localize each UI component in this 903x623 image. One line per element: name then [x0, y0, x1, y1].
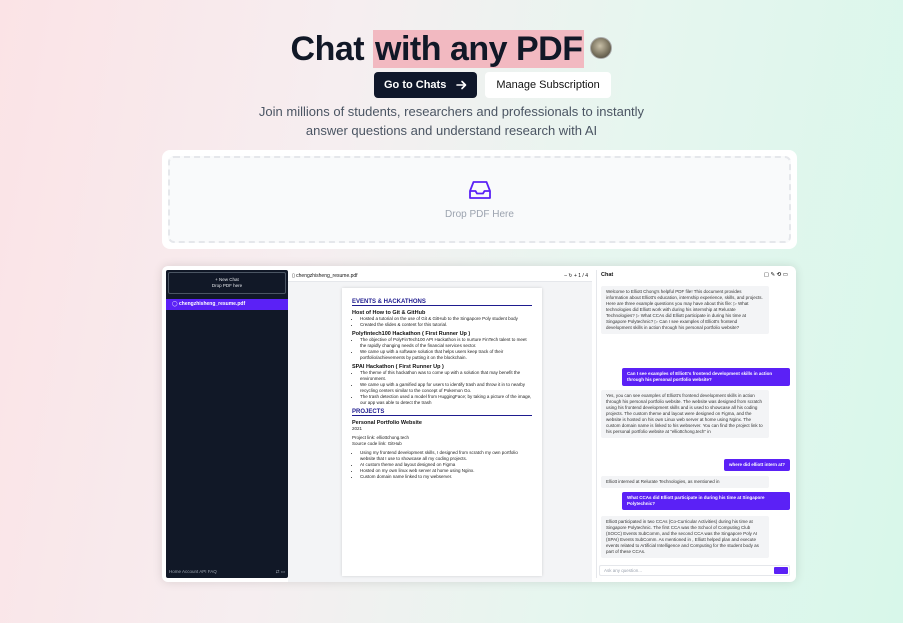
hero-title-highlight: with any PDF [373, 30, 585, 68]
pf-bullet-2: We came up with a software solution that… [360, 349, 532, 361]
pdf-toolbar: ▯ chengzhisheng_resume.pdf – ↻ + 1 / 4 [288, 270, 592, 282]
user-message-2: where did elliott intern at? [723, 459, 790, 471]
new-chat-sub: Drop PDF here [211, 283, 243, 288]
spai-bullet-1: The theme of this hackathon was to come … [360, 370, 532, 382]
dropzone-label: Drop PDF Here [445, 209, 514, 220]
hero-title-start: Chat [290, 30, 374, 68]
chat-input[interactable]: Ask any question... [599, 565, 790, 576]
user-message-3: What CCAs did Elliott participate in dur… [622, 492, 790, 510]
sidebar-footer-links[interactable]: Home Account API FAQ [169, 569, 217, 575]
spai-bullet-2: We came up with a gamified app for users… [360, 382, 532, 394]
zoom-controls[interactable]: – ↻ + [564, 273, 578, 279]
ai-message-2: Yes, you can see examples of Elliott's f… [601, 390, 769, 438]
sidebar-chat-item[interactable]: ◯ chengzhisheng_resume.pdf [166, 299, 288, 310]
ai-message-4: Elliott participated in two CCAs (Co-Cur… [601, 516, 769, 558]
pdf-viewer: ▯ chengzhisheng_resume.pdf – ↻ + 1 / 4 E… [288, 270, 592, 582]
chat-header: Chat ▢ ✎ ⟲ ▭ [597, 270, 792, 281]
hero-actions: Go to Chats Manage Subscription [374, 72, 611, 98]
ai-message-1: Welcome to Elliott Chong's helpful PDF f… [601, 286, 769, 334]
pdf-filename: chengzhisheng_resume.pdf [296, 272, 358, 279]
message-circle-icon: ◯ [172, 301, 179, 307]
git-bullet-2: Created the slides & content for this tu… [360, 322, 532, 328]
inbox-icon [468, 181, 491, 199]
ai-message-3: Elliott interned at Relurate Technologie… [601, 476, 769, 488]
hero-subtitle-line1: Join millions of students, researchers a… [258, 104, 645, 119]
chat-title: Chat [601, 272, 614, 278]
chat-sidebar: + New Chat Drop PDF here ◯ chengzhisheng… [166, 270, 288, 578]
hero-title: Chat with any PDF [0, 30, 903, 69]
app-preview: + New Chat Drop PDF here ◯ chengzhisheng… [162, 266, 796, 582]
page-indicator[interactable]: 1 / 4 [578, 273, 588, 279]
section-projects: PROJECTS [352, 409, 532, 416]
pdf-dropzone[interactable]: Drop PDF Here [168, 156, 791, 243]
proj-bullet-4: Custom domain name linked to my webserve… [360, 474, 532, 480]
manage-subscription-button[interactable]: Manage Subscription [485, 72, 611, 98]
sidebar-footer: Home Account API FAQ ⇄ ▭ [169, 569, 285, 575]
proj-bullet-1: Using my frontend development skills, I … [360, 450, 532, 462]
hero-subtitle: Join millions of students, researchers a… [0, 102, 903, 140]
sidebar-chat-label: chengzhisheng_resume.pdf [179, 301, 246, 307]
send-button[interactable] [774, 567, 788, 574]
new-chat-button[interactable]: + New Chat Drop PDF here [168, 272, 286, 294]
chat-input-placeholder: Ask any question... [604, 568, 643, 573]
arrow-right-icon [456, 80, 467, 90]
footer-icons: ⇄ ▭ [275, 569, 285, 574]
section-events: EVENTS & HACKATHONS [352, 299, 532, 306]
chat-panel: Chat ▢ ✎ ⟲ ▭ Welcome to Elliott Chong's … [596, 270, 792, 578]
proj-year: 2021 [352, 426, 363, 431]
hero-subtitle-line2: answer questions and understand research… [305, 123, 598, 138]
user-message-1: Can I see examples of Elliott's frontend… [622, 368, 790, 386]
pdf-page: EVENTS & HACKATHONS Host of How to Git &… [342, 288, 542, 576]
upload-card: Drop PDF Here [162, 150, 797, 249]
pf-bullet-1: The objective of PolyFinTech100 API Hack… [360, 337, 532, 349]
spai-bullet-3: The trash detection used a model from Hu… [360, 394, 532, 406]
chat-header-icons[interactable]: ▢ ✎ ⟲ ▭ [764, 270, 788, 281]
proj-source[interactable]: Source code link: GitHub [352, 441, 532, 447]
user-avatar[interactable] [590, 37, 613, 60]
go-to-chats-button[interactable]: Go to Chats [374, 72, 478, 98]
go-to-chats-label: Go to Chats [384, 79, 447, 91]
